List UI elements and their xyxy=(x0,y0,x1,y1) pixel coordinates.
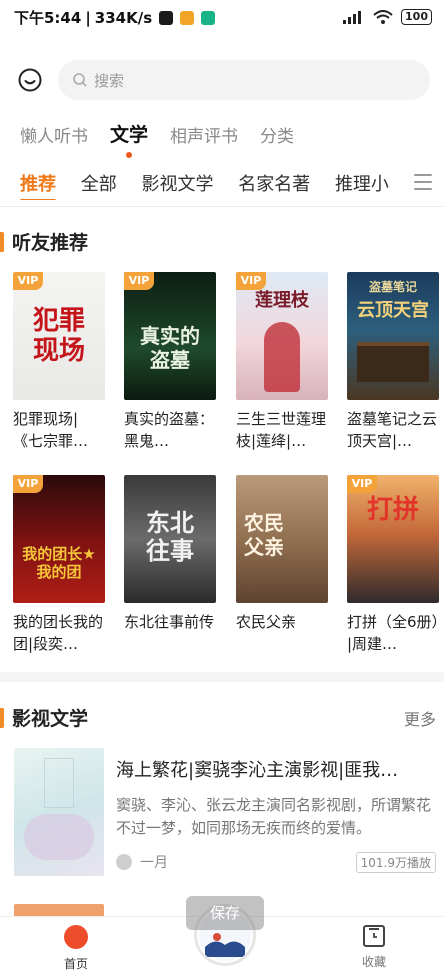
subtab-mystery[interactable]: 推理小 xyxy=(335,170,389,196)
cover-title-art: 打拼 xyxy=(366,495,419,525)
book-card[interactable]: 农民 父亲 农民父亲 xyxy=(236,475,328,655)
favorites-icon xyxy=(363,925,385,947)
cover-title-art: 农民 父亲 xyxy=(244,511,284,559)
sub-tabs: 推荐 全部 影视文学 名家名著 推理小 xyxy=(20,170,410,200)
cover-title-art: 真实的 盗墓 xyxy=(140,324,200,372)
home-icon xyxy=(64,925,88,949)
vip-badge: VIP xyxy=(347,475,377,493)
section-accent-bar xyxy=(0,707,4,728)
notification-app-icon xyxy=(180,10,195,25)
status-left: 下午5:44 | 334K/s xyxy=(14,7,216,28)
tab-literature[interactable]: 文学 xyxy=(110,120,148,158)
book-cover: 农民 父亲 xyxy=(236,475,328,603)
author-name: 一月 xyxy=(140,855,168,871)
book-title: 东北往事前传 xyxy=(124,613,215,631)
nav-favorites[interactable]: 收藏 xyxy=(354,925,394,970)
book-card[interactable]: VIP 莲理枝 三生三世莲理枝|莲绛|… xyxy=(236,272,328,452)
nav-home-label: 首页 xyxy=(63,957,88,971)
section-title: 听友推荐 xyxy=(12,232,89,254)
divider xyxy=(0,206,444,207)
featured-title[interactable]: 海上繁花|窦骁李沁主演影视|匪我… xyxy=(116,756,432,782)
section-title: 影视文学 xyxy=(12,708,89,730)
tab-crosstalk-storytelling[interactable]: 相声评书 xyxy=(170,122,238,149)
cover-title-art: 东北 往事 xyxy=(146,509,194,565)
nav-favorites-label: 收藏 xyxy=(361,955,386,969)
notification-app-icon xyxy=(159,10,174,25)
cover-title-art: 我的团长★ 我的团 xyxy=(22,545,96,581)
book-cover: 东北 往事 xyxy=(124,475,216,603)
cover-title-art: 云顶天宫 xyxy=(357,300,429,321)
book-cover: VIP 我的团长★ 我的团 xyxy=(13,475,105,603)
vip-badge: VIP xyxy=(13,272,43,290)
section-header-listener-recommend: 听友推荐 xyxy=(0,228,88,255)
save-toast: 保存 xyxy=(186,896,264,930)
book-card[interactable]: 盗墓笔记 云顶天宫 盗墓笔记之云顶天宫|… xyxy=(347,272,439,452)
more-link[interactable]: 更多 xyxy=(404,706,436,730)
play-count-badge: 101.9万播放 xyxy=(355,852,436,873)
featured-author: 一月 xyxy=(116,852,168,872)
author-icon xyxy=(116,854,132,870)
book-title: 真实的盗墓：黑鬼… xyxy=(124,410,215,450)
book-title: 我的团长我的团|段奕… xyxy=(13,613,104,653)
section-accent-bar xyxy=(0,231,4,252)
subtab-film-literature[interactable]: 影视文学 xyxy=(141,170,213,196)
subtab-classics[interactable]: 名家名著 xyxy=(238,170,310,196)
book-card[interactable]: VIP 犯罪 现场 犯罪现场|《七宗罪… xyxy=(13,272,105,452)
section-header-film-literature: 影视文学 更多 xyxy=(0,704,444,731)
book-title: 农民父亲 xyxy=(236,613,297,631)
vip-badge: VIP xyxy=(236,272,266,290)
book-title: 盗墓笔记之云顶天宫|… xyxy=(347,410,438,450)
network-speed: 334K/s xyxy=(94,8,153,27)
search-icon xyxy=(73,73,87,87)
status-right: 100 xyxy=(343,9,432,25)
section-separator xyxy=(0,672,444,682)
featured-book-cover[interactable] xyxy=(14,748,104,876)
vip-badge: VIP xyxy=(124,272,154,290)
search-bar[interactable]: 搜索 xyxy=(58,60,430,100)
wifi-icon xyxy=(373,10,393,24)
nav-home[interactable]: 首页 xyxy=(56,925,96,972)
book-card[interactable]: VIP 真实的 盗墓 真实的盗墓：黑鬼… xyxy=(124,272,216,452)
book-cover: 盗墓笔记 云顶天宫 xyxy=(347,272,439,400)
book-cover: VIP 真实的 盗墓 xyxy=(124,272,216,400)
book-title: 打拼（全6册）|周建… xyxy=(347,613,440,653)
cover-title-art: 犯罪 现场 xyxy=(32,306,85,366)
notification-app-icon xyxy=(201,10,216,25)
status-time: 下午5:44 xyxy=(14,9,82,27)
smiley-icon[interactable] xyxy=(18,68,42,92)
tab-lazy-audiobooks[interactable]: 懒人听书 xyxy=(20,122,88,149)
tab-categories[interactable]: 分类 xyxy=(260,122,294,149)
subtab-all[interactable]: 全部 xyxy=(81,170,117,196)
featured-description: 窦骁、李沁、张云龙主演同名影视剧，所谓繁花不过一梦，如同那场无疾而终的爱情。 xyxy=(116,796,432,837)
top-tabs: 懒人听书 文学 相声评书 分类 xyxy=(20,120,294,158)
menu-icon[interactable] xyxy=(414,174,432,190)
battery-icon: 100 xyxy=(401,9,432,25)
book-title: 三生三世莲理枝|莲绛|… xyxy=(236,410,327,450)
signal-icon xyxy=(343,11,362,24)
book-cover: VIP 打拼 xyxy=(347,475,439,603)
vip-badge: VIP xyxy=(13,475,43,493)
cover-series-art: 盗墓笔记 xyxy=(368,280,417,294)
book-card[interactable]: VIP 我的团长★ 我的团 我的团长我的团|段奕… xyxy=(13,475,105,655)
book-title: 犯罪现场|《七宗罪… xyxy=(13,410,89,450)
status-bar: 下午5:44 | 334K/s 100 xyxy=(0,0,444,36)
book-cover: VIP 莲理枝 xyxy=(236,272,328,400)
book-cover: VIP 犯罪 现场 xyxy=(13,272,105,400)
search-placeholder: 搜索 xyxy=(94,71,125,90)
book-card[interactable]: 东北 往事 东北往事前传 xyxy=(124,475,216,655)
subtab-recommended[interactable]: 推荐 xyxy=(20,170,56,200)
book-card[interactable]: VIP 打拼 打拼（全6册）|周建… xyxy=(347,475,439,655)
